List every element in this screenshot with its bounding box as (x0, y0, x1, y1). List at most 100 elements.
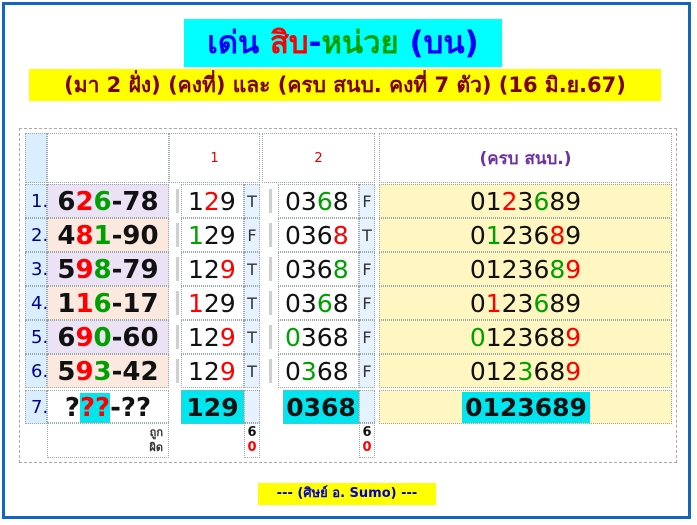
title-part-sib: สิบ (270, 25, 309, 61)
set1-cell: 129 (181, 354, 244, 388)
digit-segment: 9 (219, 323, 236, 352)
digit-segment: 29 (203, 221, 236, 250)
digit-segment: 9 (75, 357, 94, 387)
set2-result: F (359, 286, 375, 320)
digit-segment: 0 (469, 289, 486, 318)
set2-result: F (359, 320, 375, 354)
digit-segment: -42 (111, 357, 159, 387)
set2-result: F (359, 184, 375, 218)
digit-segment: 6 (316, 187, 333, 216)
digit-segment: 23 (501, 289, 534, 318)
digit-segment: 9 (565, 357, 582, 386)
cell-divider (269, 325, 272, 349)
title-part-den: เด่น (207, 25, 271, 61)
pick-cell: 481-90 (47, 218, 169, 252)
pick-placeholder: ?? (79, 393, 111, 423)
digit-segment: 12368 (485, 323, 566, 352)
digit-segment: 6 (533, 289, 550, 318)
col2-wrong-count: 0 (362, 440, 372, 455)
digit-segment: 6 (57, 187, 76, 217)
row-number: 4. (25, 286, 48, 320)
cell-divider (176, 325, 179, 349)
row-number: 6. (25, 354, 48, 388)
digit-segment: 12 (188, 323, 220, 352)
row-number: 2. (25, 218, 48, 252)
cell-divider (176, 291, 179, 315)
digit-segment: 0 (285, 357, 301, 386)
pick-cell: ???-?? (47, 390, 169, 424)
cell-divider (269, 223, 272, 247)
digit-segment: 9 (219, 187, 236, 216)
digit-segment: 8 (332, 187, 349, 216)
title-part-nuay: หน่วย (321, 25, 399, 61)
digit-segment: 036 (285, 221, 333, 250)
digit-segment: 9 (565, 323, 582, 352)
pick-cell: 598-79 (47, 252, 169, 286)
digit-segment: 4 (57, 221, 76, 251)
digit-segment: 2 (501, 187, 518, 216)
digit-segment: 0 (93, 323, 112, 353)
digit-segment: 6 (533, 221, 550, 250)
set1-result: T (244, 354, 260, 388)
signature: --- (ศิษย์ อ. Sumo) --- (258, 483, 436, 505)
digit-segment: -17 (111, 289, 159, 319)
full-set-cell: 0123689 (379, 286, 672, 320)
set2-cell: 0368 (278, 218, 359, 252)
digit-segment: 6 (93, 187, 112, 217)
col1-wrong-count: 0 (247, 440, 257, 455)
digit-segment: 9 (219, 255, 236, 284)
set1-cell: 129 (181, 218, 244, 252)
header-rowno (25, 133, 47, 183)
set1-result: F (244, 218, 260, 252)
digit-segment: 2 (203, 187, 220, 216)
set1-cell: 129 (181, 184, 244, 218)
digit-segment: 8 (332, 255, 349, 284)
set2-cell: 0368 (278, 286, 359, 320)
digit-segment: 3 (517, 187, 534, 216)
digit-segment: 29 (203, 289, 236, 318)
digit-segment: 9 (565, 221, 582, 250)
set1-cell: 129 (181, 252, 244, 286)
digit-segment: 1 (485, 221, 502, 250)
full-set-cell: 0123689 (379, 320, 672, 354)
col1-right-count: 6 (247, 425, 257, 440)
full-set-answer: 0123689 (462, 392, 590, 423)
digit-segment: -90 (111, 221, 159, 251)
cell-divider (269, 291, 272, 315)
pick-cell: 116-17 (47, 286, 169, 320)
digit-segment: 01236 (469, 255, 550, 284)
digit-segment: 2 (75, 187, 94, 217)
digit-segment: 89 (549, 187, 582, 216)
set2-result: F (359, 354, 375, 388)
row-number: 3. (25, 252, 48, 286)
digit-segment: 3 (93, 357, 112, 387)
set1-result: T (244, 252, 260, 286)
digit-segment: 8 (549, 221, 566, 250)
set1-result: T (244, 286, 260, 320)
page-title: เด่น สิบ-หน่วย (บน) (184, 19, 502, 67)
full-set-answer-cell: 0123689 (379, 390, 672, 424)
cell-divider (176, 257, 179, 281)
digit-segment: 3 (517, 357, 534, 386)
digit-segment: 12 (188, 255, 220, 284)
digit-segment: 1 (75, 289, 94, 319)
cell-divider (269, 189, 272, 213)
digit-segment: 1 (188, 221, 204, 250)
row-number: 7. (25, 390, 48, 424)
digit-segment: 3 (300, 357, 317, 386)
digit-segment: 8 (332, 221, 349, 250)
label-right: ถูก (149, 426, 163, 439)
row-number: 1. (25, 184, 48, 218)
pick-cell: 626-78 (47, 184, 169, 218)
set2-result-empty (359, 390, 375, 424)
digit-segment: 012 (469, 357, 518, 386)
pick-cell: 593-42 (47, 354, 169, 388)
set2-cell: 0368 (278, 184, 359, 218)
cell-divider (176, 189, 179, 213)
digit-segment: 9 (75, 255, 94, 285)
cell-divider (269, 359, 272, 383)
set2-cell: 0368 (278, 354, 359, 388)
digit-segment: -60 (111, 323, 159, 353)
cell-divider (269, 257, 272, 281)
row-number: 5. (25, 320, 48, 354)
